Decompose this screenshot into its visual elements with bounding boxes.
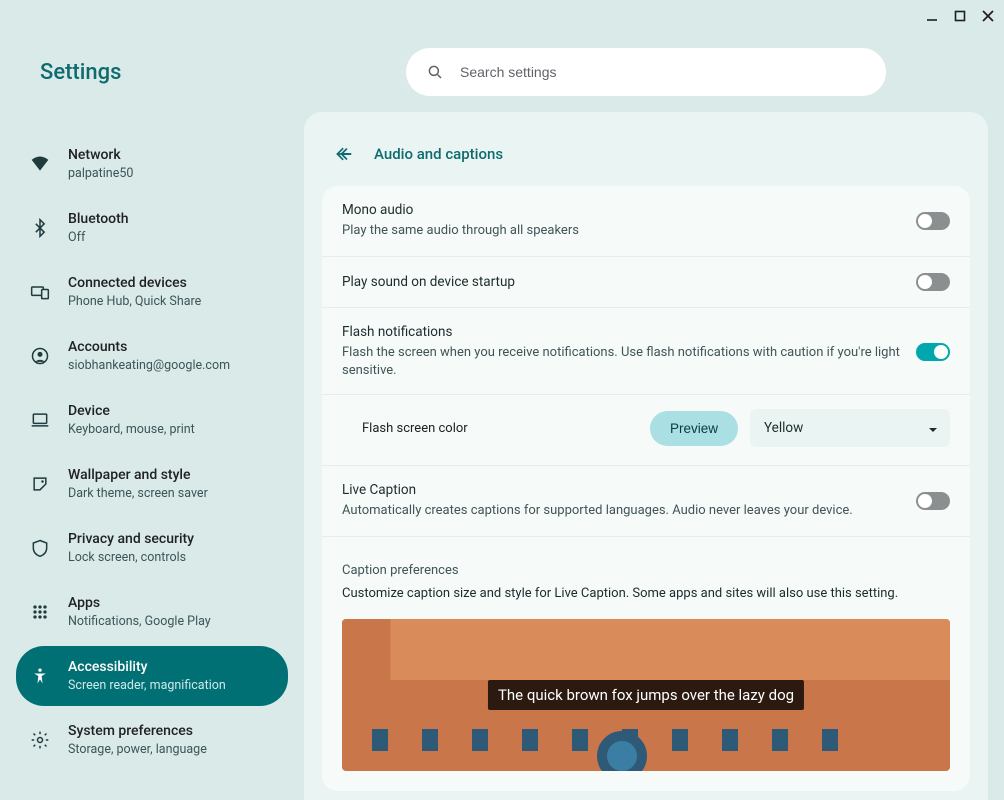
caption-prefs-desc: Customize caption size and style for Liv…: [322, 586, 970, 619]
palette-icon: [30, 474, 50, 494]
content-pane: Audio and captions Mono audio Play the s…: [304, 112, 988, 800]
row-startup-sound: Play sound on device startup: [322, 257, 970, 308]
select-value: Yellow: [764, 420, 803, 436]
account-icon: [30, 346, 50, 366]
back-button[interactable]: [328, 138, 360, 170]
flash-color-select[interactable]: Yellow: [750, 409, 950, 447]
sidebar-item-label: System preferences: [68, 722, 207, 740]
sidebar-item-bluetooth[interactable]: Bluetooth Off: [16, 198, 288, 258]
sidebar-item-label: Privacy and security: [68, 530, 194, 548]
mono-audio-toggle[interactable]: [916, 212, 950, 230]
page-title: Audio and captions: [374, 145, 503, 163]
caption-sample-text: The quick brown fox jumps over the lazy …: [488, 680, 804, 710]
sidebar-item-sub: Storage, power, language: [68, 742, 207, 758]
sidebar-item-sub: Notifications, Google Play: [68, 614, 211, 630]
sidebar-item-sub: Lock screen, controls: [68, 550, 194, 566]
startup-sound-toggle[interactable]: [916, 273, 950, 291]
row-flash-notifications: Flash notifications Flash the screen whe…: [322, 308, 970, 380]
minimize-button[interactable]: [924, 8, 940, 24]
sidebar-item-accounts[interactable]: Accounts siobhankeating@google.com: [16, 326, 288, 386]
sidebar-item-label: Apps: [68, 594, 211, 612]
sidebar-item-sub: Keyboard, mouse, print: [68, 422, 195, 438]
sidebar-item-sub: Off: [68, 230, 129, 246]
row-live-caption: Live Caption Automatically creates capti…: [322, 466, 970, 537]
sidebar: Network palpatine50 Bluetooth Off Connecte…: [16, 112, 288, 800]
app-title: Settings: [0, 60, 300, 85]
sidebar-item-connected-devices[interactable]: Connected devices Phone Hub, Quick Share: [16, 262, 288, 322]
sidebar-item-sub: palpatine50: [68, 166, 133, 182]
row-desc: Play the same audio through all speakers: [342, 222, 900, 240]
sidebar-item-label: Connected devices: [68, 274, 201, 292]
sidebar-item-label: Accounts: [68, 338, 230, 356]
laptop-icon: [30, 410, 50, 430]
apps-icon: [30, 602, 50, 622]
sidebar-item-privacy[interactable]: Privacy and security Lock screen, control…: [16, 518, 288, 578]
gear-icon: [30, 730, 50, 750]
row-desc: Automatically creates captions for suppo…: [342, 502, 900, 520]
row-title: Flash notifications: [342, 324, 900, 340]
sidebar-item-label: Device: [68, 402, 195, 420]
window-titlebar: [0, 0, 1004, 32]
sidebar-item-label: Accessibility: [68, 658, 226, 676]
search-input[interactable]: [460, 64, 866, 80]
shield-icon: [30, 538, 50, 558]
caption-preview-image: The quick brown fox jumps over the lazy …: [342, 619, 950, 771]
flash-notifications-toggle[interactable]: [916, 343, 950, 361]
sidebar-item-apps[interactable]: Apps Notifications, Google Play: [16, 582, 288, 642]
row-title: Play sound on device startup: [342, 274, 900, 290]
search-icon: [426, 63, 444, 81]
caption-prefs-heading: Caption preferences: [322, 537, 970, 586]
row-title: Mono audio: [342, 202, 900, 218]
maximize-button[interactable]: [952, 8, 968, 24]
sidebar-item-label: Wallpaper and style: [68, 466, 208, 484]
sidebar-item-label: Bluetooth: [68, 210, 129, 228]
sidebar-item-network[interactable]: Network palpatine50: [16, 134, 288, 194]
row-title: Live Caption: [342, 482, 900, 498]
wifi-icon: [30, 154, 50, 174]
row-title: Flash screen color: [362, 421, 638, 436]
row-desc: Flash the screen when you receive notifi…: [342, 344, 900, 380]
search-box[interactable]: [406, 48, 886, 96]
bluetooth-icon: [30, 218, 50, 238]
sidebar-item-label: Network: [68, 146, 133, 164]
devices-icon: [30, 282, 50, 302]
sidebar-item-sub: Screen reader, magnification: [68, 678, 226, 694]
sidebar-item-sub: Phone Hub, Quick Share: [68, 294, 201, 310]
sidebar-item-system[interactable]: System preferences Storage, power, langua…: [16, 710, 288, 770]
sidebar-item-device[interactable]: Device Keyboard, mouse, print: [16, 390, 288, 450]
sidebar-item-sub: Dark theme, screen saver: [68, 486, 208, 502]
chevron-down-icon: [928, 423, 938, 433]
preview-button[interactable]: Preview: [650, 411, 738, 446]
close-button[interactable]: [980, 8, 996, 24]
live-caption-toggle[interactable]: [916, 492, 950, 510]
accessibility-icon: [30, 666, 50, 686]
sidebar-item-accessibility[interactable]: Accessibility Screen reader, magnificatio…: [16, 646, 288, 706]
settings-card: Mono audio Play the same audio through a…: [322, 186, 970, 791]
sidebar-item-wallpaper[interactable]: Wallpaper and style Dark theme, screen sa…: [16, 454, 288, 514]
row-flash-color: Flash screen color Preview Yellow: [322, 394, 970, 465]
row-mono-audio: Mono audio Play the same audio through a…: [322, 186, 970, 257]
sidebar-item-sub: siobhankeating@google.com: [68, 358, 230, 374]
